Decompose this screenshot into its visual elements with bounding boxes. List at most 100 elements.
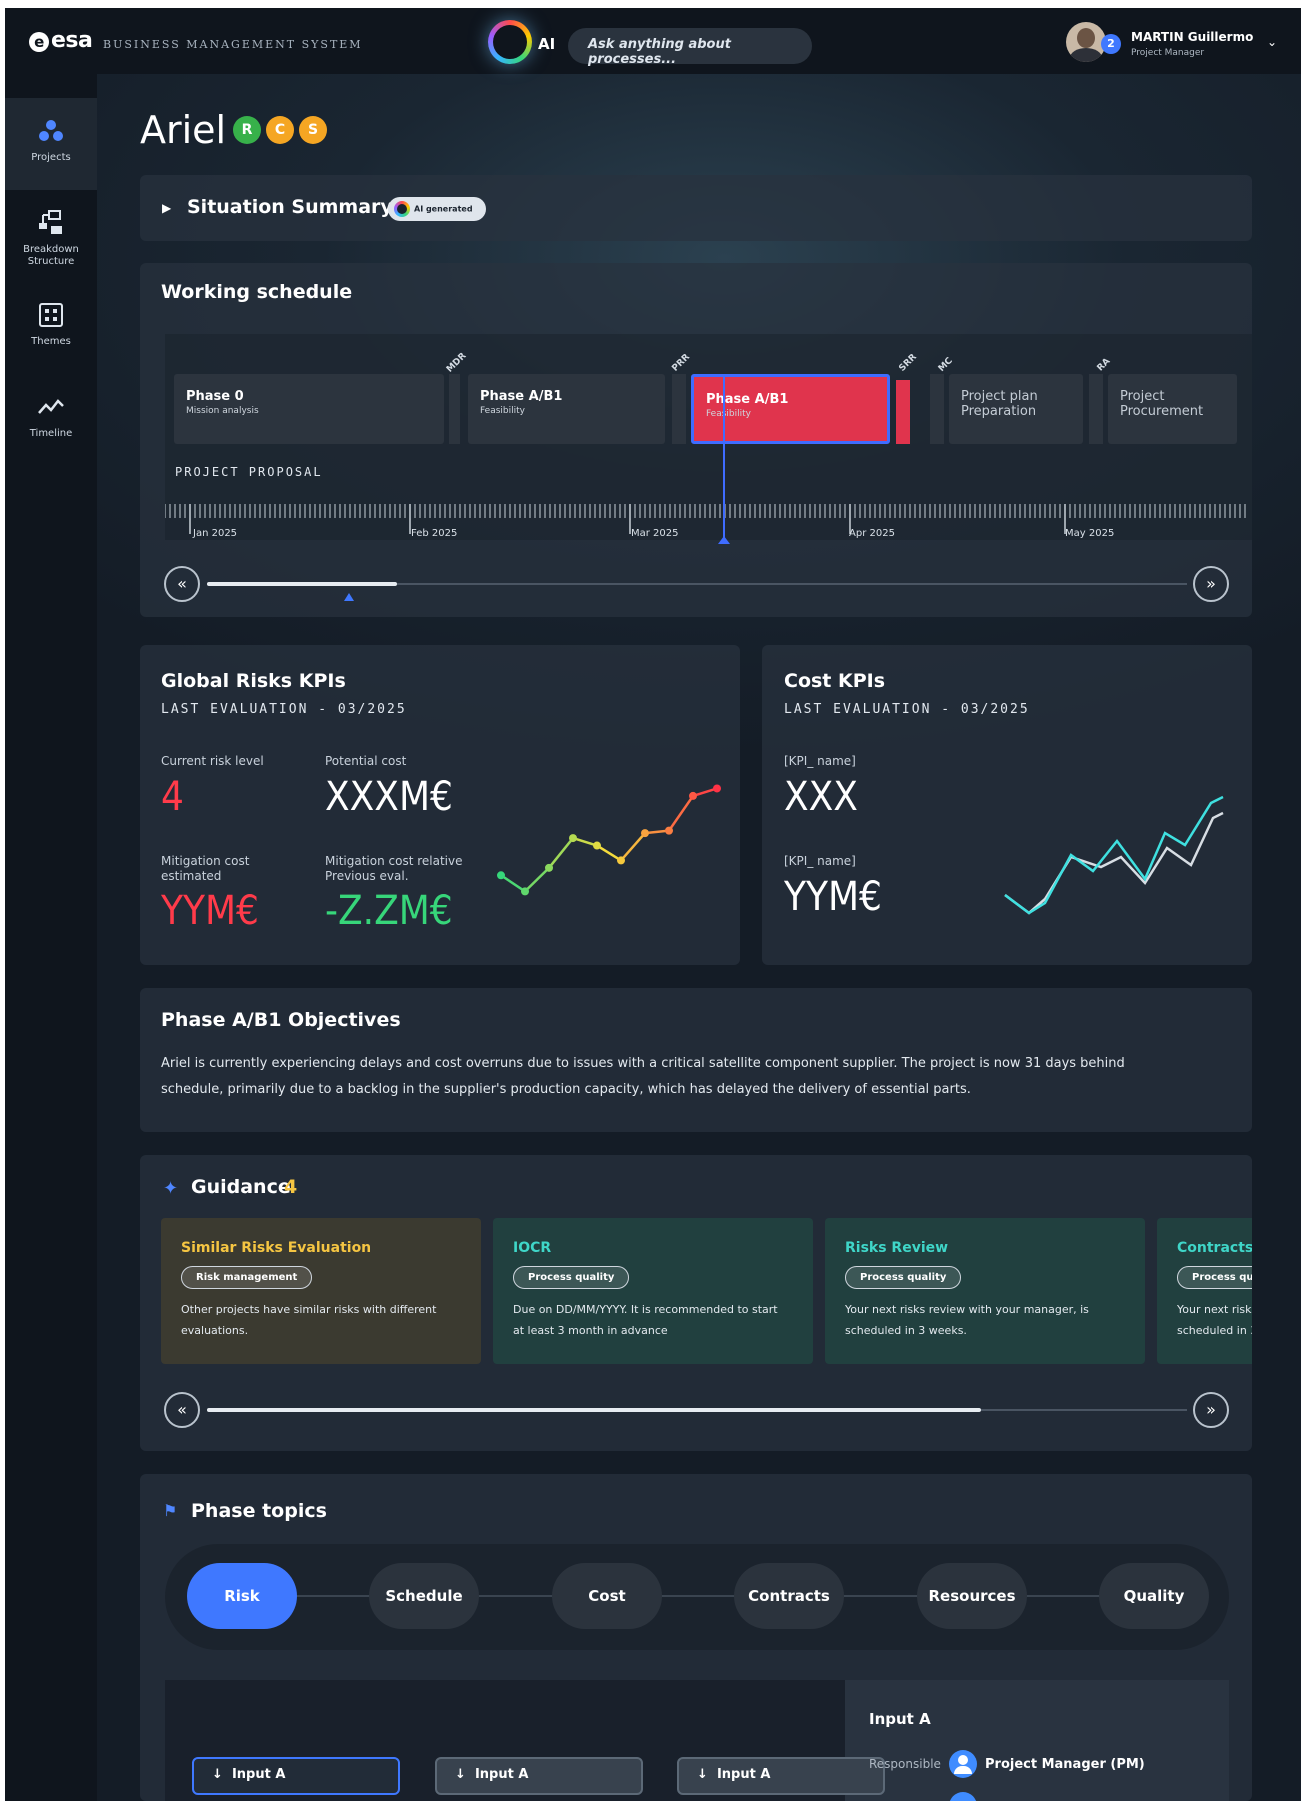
timeline-icon — [38, 399, 64, 414]
input-button-label: Input A — [231, 1767, 286, 1782]
risks-subtitle: LAST EVALUATION - 03/2025 — [161, 702, 407, 717]
sidebar-item-label: Themes — [31, 336, 71, 347]
phase-box[interactable]: Project plan Preparation — [949, 374, 1083, 444]
ai-label: AI — [538, 35, 556, 53]
kpi1-value: XXX — [784, 774, 858, 820]
phase-gap — [449, 374, 460, 444]
phase-gap — [930, 374, 944, 444]
sparkline-segment — [620, 832, 646, 862]
guidance-card[interactable]: Similar Risks Evaluation Risk management… — [161, 1218, 481, 1364]
sidebar-item-breakdown[interactable]: Breakdown Structure — [5, 190, 97, 282]
sidebar-item-themes[interactable]: Themes — [5, 282, 97, 374]
sparkline-point — [689, 791, 697, 800]
objectives-title: Phase A/B1 Objectives — [161, 1009, 401, 1031]
page-title: Ariel — [140, 108, 227, 152]
guidance-card-text: scheduled in 3 weeks. — [845, 1324, 967, 1337]
situation-summary-title: Situation Summary — [187, 196, 393, 218]
guidance-card-title: Contracts — [1177, 1240, 1252, 1256]
potential-cost-label: Potential cost — [325, 754, 407, 768]
phase-sub: Feasibility — [706, 409, 751, 419]
sidebar-item-projects[interactable]: Projects — [5, 98, 97, 190]
sparkle-icon: ✦ — [163, 1178, 179, 1199]
working-schedule-title: Working schedule — [161, 281, 353, 303]
sparkline-point — [665, 826, 673, 835]
sidebar-item-timeline[interactable]: Timeline — [5, 374, 97, 466]
sparkline-point — [593, 841, 601, 850]
sparkline-point — [641, 829, 649, 838]
mitigation-value: YYM€ — [161, 888, 259, 934]
scroll-thumb[interactable] — [207, 582, 397, 586]
guidance-next-button[interactable]: » — [1193, 1392, 1229, 1428]
sidebar-item-label: Breakdown Structure — [23, 244, 79, 267]
guidance-scroll-thumb[interactable] — [207, 1408, 981, 1412]
topic-cost[interactable]: Cost — [552, 1563, 662, 1629]
guidance-card[interactable]: Risks Review Process quality Your next r… — [825, 1218, 1145, 1364]
sparkline-point — [521, 887, 529, 896]
risks-title: Global Risks KPIs — [161, 670, 346, 692]
projects-icon — [39, 120, 63, 141]
esa-logo[interactable]: e esa — [29, 28, 93, 53]
input-button[interactable]: ↓ Input A — [435, 1757, 643, 1795]
phase-box-selected[interactable]: Phase A/B1 Feasibility — [691, 374, 890, 444]
notification-badge[interactable]: 2 — [1101, 34, 1121, 54]
caret-right-icon[interactable]: ▶ — [162, 201, 171, 215]
phase-box[interactable]: Project Procurement — [1108, 374, 1237, 444]
cost-sparkline — [1004, 795, 1224, 915]
scroll-right-button[interactable]: » — [1193, 566, 1229, 602]
cost-title: Cost KPIs — [784, 670, 886, 692]
ai-generated-badge: AI generated — [388, 197, 486, 221]
ai-orb-icon — [394, 201, 410, 217]
phase-topics-title: Phase topics — [191, 1500, 327, 1522]
topic-quality[interactable]: Quality — [1099, 1563, 1209, 1629]
topic-track — [165, 1544, 1229, 1650]
guidance-card[interactable]: IOCR Process quality Due on DD/MM/YYYY. … — [493, 1218, 813, 1364]
phase-box[interactable]: Phase A/B1 Feasibility — [468, 374, 665, 444]
sparkline-point — [569, 834, 577, 843]
chevron-down-icon[interactable]: ⌄ — [1267, 35, 1277, 49]
topic-contracts[interactable]: Contracts — [734, 1563, 844, 1629]
mitigation-prev-value: -Z.ZM€ — [325, 888, 453, 934]
status-badge-r: R — [233, 116, 261, 144]
phase-name: Phase A/B1 — [480, 389, 563, 404]
guidance-card-text: at least 3 month in advance — [513, 1324, 668, 1337]
guidance-card-title: Similar Risks Evaluation — [181, 1240, 372, 1256]
phase-gap — [672, 374, 686, 444]
cost-subtitle: LAST EVALUATION - 03/2025 — [784, 702, 1030, 717]
phase-sub: Mission analysis — [186, 406, 259, 416]
status-badge-s: S — [299, 116, 327, 144]
guidance-prev-button[interactable]: « — [164, 1392, 200, 1428]
sparkline-segment — [500, 874, 526, 893]
guidance-card[interactable]: Contracts Process quality Your next risk… — [1157, 1218, 1252, 1364]
input-button-label: Input A — [716, 1767, 771, 1782]
guidance-count: 4 — [284, 1176, 298, 1198]
top-bar: e esa BUSINESS MANAGEMENT SYSTEM AI Ask a… — [5, 8, 1301, 74]
ai-orb-icon[interactable] — [488, 20, 532, 64]
topic-resources[interactable]: Resources — [917, 1563, 1027, 1629]
month-label: Mar 2025 — [631, 528, 679, 539]
app-window: e esa BUSINESS MANAGEMENT SYSTEM AI Ask a… — [5, 8, 1301, 1801]
kpi1-label: [KPI_ name] — [784, 754, 856, 768]
guidance-card-tag: Process quality — [1177, 1266, 1252, 1289]
scroll-left-button[interactable]: « — [164, 566, 200, 602]
topic-schedule[interactable]: Schedule — [369, 1563, 479, 1629]
sparkline-segment — [524, 866, 550, 893]
topic-risk[interactable]: Risk — [187, 1563, 297, 1629]
ai-search-input[interactable]: Ask anything about processes... — [568, 28, 812, 67]
guidance-card-tag: Risk management — [181, 1266, 313, 1289]
phase-box[interactable]: Phase 0 Mission analysis — [174, 374, 444, 444]
avatar[interactable] — [1066, 22, 1106, 62]
phase-name: Project Procurement — [1120, 389, 1204, 419]
input-detail-title: Input A — [869, 1710, 931, 1728]
sparkline-point — [713, 784, 721, 793]
guidance-card-text: Your next risks review — [1177, 1303, 1252, 1316]
objectives-line-2: schedule, primarily due to a backlog in … — [161, 1082, 971, 1097]
input-button[interactable]: ↓ Input A — [192, 1757, 400, 1795]
sparkline-point — [545, 863, 553, 872]
input-button[interactable]: ↓ Input A — [677, 1757, 885, 1795]
ai-badge-label: AI generated — [414, 204, 473, 214]
section-label: PROJECT PROPOSAL — [175, 465, 323, 479]
month-label: May 2025 — [1065, 528, 1115, 539]
phase-name: Phase A/B1 — [706, 392, 789, 407]
kpi2-value: YYM€ — [784, 874, 882, 920]
input-button-label: Input A — [474, 1767, 529, 1782]
